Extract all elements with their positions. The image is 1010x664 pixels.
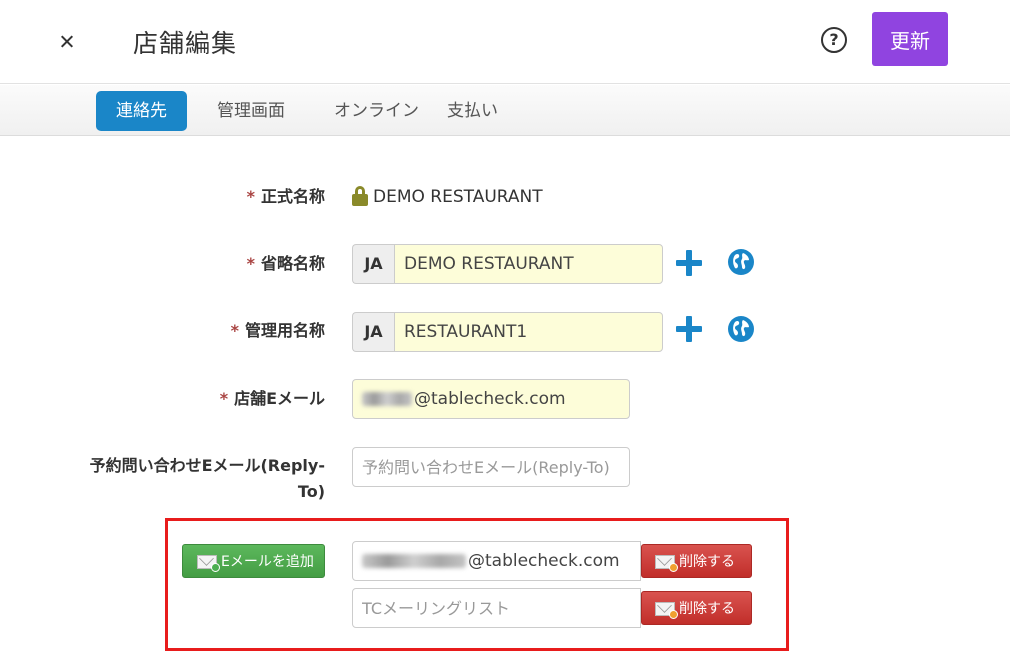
short-name-lang-addon: JA <box>352 244 394 284</box>
admin-name-lang-addon: JA <box>352 312 394 352</box>
short-name-label: * 省略名称 <box>246 254 325 273</box>
official-name-label: * 正式名称 <box>246 187 325 206</box>
tab-online[interactable]: オンライン <box>334 91 419 131</box>
tab-bar: 連絡先 管理画面 オンライン 支払い <box>0 85 1010 136</box>
redacted-text <box>362 392 412 406</box>
add-email-button[interactable]: Eメールを追加 <box>182 544 325 578</box>
mail-delete-icon <box>655 602 678 619</box>
redacted-text <box>362 554 466 568</box>
extra-email-domain: @tablecheck.com <box>468 551 620 571</box>
delete-email-button[interactable]: 削除する <box>641 544 752 578</box>
mailing-list-input[interactable] <box>352 588 641 628</box>
reply-to-email-label: 予約問い合わせEメール(Reply-To) <box>89 456 325 501</box>
delete-email-button[interactable]: 削除する <box>641 591 752 625</box>
required-mark: * <box>219 389 229 408</box>
admin-name-input[interactable] <box>394 312 663 352</box>
official-name-value: DEMO RESTAURANT <box>373 187 543 207</box>
extra-emails-highlight <box>165 518 789 651</box>
mail-add-icon <box>197 555 220 572</box>
mail-delete-icon <box>655 555 678 572</box>
add-translation-plus-icon[interactable] <box>676 316 702 342</box>
reply-to-email-input[interactable] <box>352 447 630 487</box>
tab-payment[interactable]: 支払い <box>447 91 498 131</box>
tab-admin[interactable]: 管理画面 <box>217 91 285 131</box>
extra-email-input[interactable]: @tablecheck.com <box>352 541 641 581</box>
add-translation-plus-icon[interactable] <box>676 250 702 276</box>
store-email-label: * 店舗Eメール <box>219 389 325 408</box>
admin-name-label: * 管理用名称 <box>230 321 325 340</box>
required-mark: * <box>246 187 255 206</box>
lock-icon <box>352 186 368 206</box>
short-name-input[interactable] <box>394 244 663 284</box>
tab-contact[interactable]: 連絡先 <box>96 91 187 131</box>
store-email-domain: @tablecheck.com <box>414 389 566 409</box>
update-button[interactable]: 更新 <box>872 12 948 66</box>
globe-icon[interactable] <box>727 248 755 276</box>
globe-icon[interactable] <box>727 315 755 343</box>
required-mark: * <box>230 321 239 340</box>
help-icon[interactable]: ? <box>821 27 847 53</box>
close-icon[interactable] <box>52 26 82 56</box>
store-email-input[interactable]: @tablecheck.com <box>352 379 630 419</box>
header: 店舗編集 ? 更新 <box>0 0 1010 84</box>
page-title: 店舗編集 <box>133 29 238 58</box>
required-mark: * <box>246 254 255 273</box>
